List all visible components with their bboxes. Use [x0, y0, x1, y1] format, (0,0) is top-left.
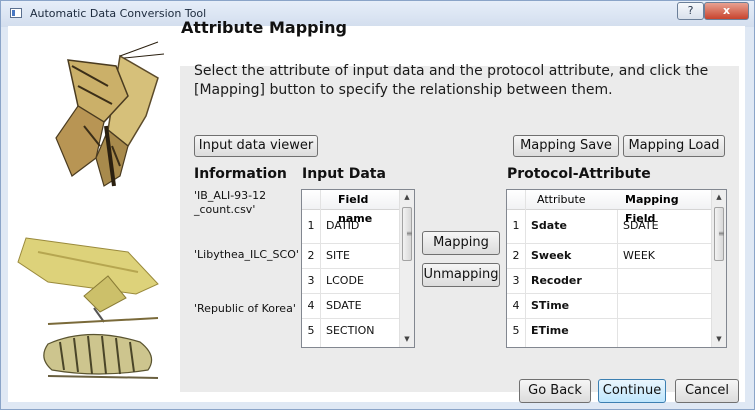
attribute-cell: STime — [531, 299, 570, 312]
field-name-cell: LCODE — [326, 274, 364, 287]
info-file-line-1: 'IB_ALI-93-12 — [194, 189, 267, 202]
mapping-button[interactable]: Mapping — [422, 231, 500, 255]
scroll-down-icon[interactable]: ▼ — [712, 335, 726, 343]
row-number: 5 — [512, 324, 520, 337]
instruction-line-2: [Mapping] button to specify the relation… — [194, 82, 613, 98]
continue-button[interactable]: Continue — [598, 379, 666, 403]
field-name-cell: SITE — [326, 249, 350, 262]
butterfly-image — [55, 41, 165, 187]
row-number: 5 — [307, 324, 315, 337]
mapping-save-button[interactable]: Mapping Save — [513, 135, 619, 157]
scroll-grip-icon: ≡ — [406, 229, 413, 238]
mapping-field-cell: WEEK — [623, 249, 655, 262]
row-number: 4 — [307, 299, 315, 312]
mapping-load-button[interactable]: Mapping Load — [623, 135, 725, 157]
protocol-attribute-header: Protocol-Attribute — [507, 166, 651, 182]
input-data-grid[interactable]: Field name 1 DATID 2 SITE 3 LCODE 4 SDAT… — [301, 189, 415, 348]
input-data-viewer-button[interactable]: Input data viewer — [194, 135, 318, 157]
scroll-down-icon[interactable]: ▼ — [400, 335, 414, 343]
mapping-field-cell: SDATE — [623, 219, 659, 232]
row-number: 3 — [307, 274, 315, 287]
window-title: Automatic Data Conversion Tool — [30, 7, 207, 20]
app-window-icon — [10, 8, 22, 18]
info-country: 'Republic of Korea' — [194, 302, 296, 315]
pupa-image — [17, 237, 159, 325]
page-title: Attribute Mapping — [181, 18, 347, 37]
field-name-cell: SDATE — [326, 299, 362, 312]
scroll-thumb[interactable]: ≡ — [402, 207, 413, 261]
unmapping-button[interactable]: Unmapping — [422, 263, 500, 287]
protocol-grid-scrollbar[interactable]: ▲ ≡ ▼ — [711, 190, 726, 347]
row-number: 2 — [512, 249, 520, 262]
info-file-line-2: _count.csv' — [194, 203, 256, 216]
attribute-cell: Sweek — [531, 249, 572, 262]
go-back-button[interactable]: Go Back — [519, 379, 591, 403]
larva-image — [43, 333, 159, 379]
input-grid-header: Field name — [302, 190, 400, 225]
attribute-column-header[interactable]: Attribute — [537, 190, 586, 209]
protocol-grid-header: Attribute Mapping Field — [507, 190, 712, 225]
row-number: 3 — [512, 274, 520, 287]
title-bar: Automatic Data Conversion Tool ? x — [1, 1, 754, 27]
attribute-cell: Recoder — [531, 274, 582, 287]
info-file-name: 'IB_ALI-93-12 _count.csv' — [194, 189, 266, 217]
field-name-cell: SECTION — [326, 324, 375, 337]
protocol-attribute-grid[interactable]: Attribute Mapping Field 1 Sdate SDATE 2 … — [506, 189, 727, 348]
row-number: 1 — [307, 219, 315, 232]
input-data-header: Input Data — [302, 166, 386, 182]
row-number: 1 — [512, 219, 520, 232]
input-grid-scrollbar[interactable]: ▲ ≡ ▼ — [399, 190, 414, 347]
field-name-cell: DATID — [326, 219, 360, 232]
information-header: Information — [194, 166, 287, 182]
scroll-thumb[interactable]: ≡ — [714, 207, 725, 261]
scroll-grip-icon: ≡ — [718, 229, 725, 238]
cancel-button[interactable]: Cancel — [675, 379, 739, 403]
row-number: 4 — [512, 299, 520, 312]
close-button[interactable]: x — [704, 2, 749, 20]
instruction-text: Select the attribute of input data and t… — [194, 62, 724, 100]
scroll-up-icon[interactable]: ▲ — [712, 193, 726, 201]
instruction-line-1: Select the attribute of input data and t… — [194, 63, 709, 79]
scroll-up-icon[interactable]: ▲ — [400, 193, 414, 201]
attribute-cell: Sdate — [531, 219, 567, 232]
info-species: 'Libythea_ILC_SCO' — [194, 248, 299, 261]
row-number: 2 — [307, 249, 315, 262]
butterfly-lifecycle-illustration — [17, 41, 165, 379]
attribute-cell: ETime — [531, 324, 569, 337]
help-button[interactable]: ? — [677, 2, 704, 20]
